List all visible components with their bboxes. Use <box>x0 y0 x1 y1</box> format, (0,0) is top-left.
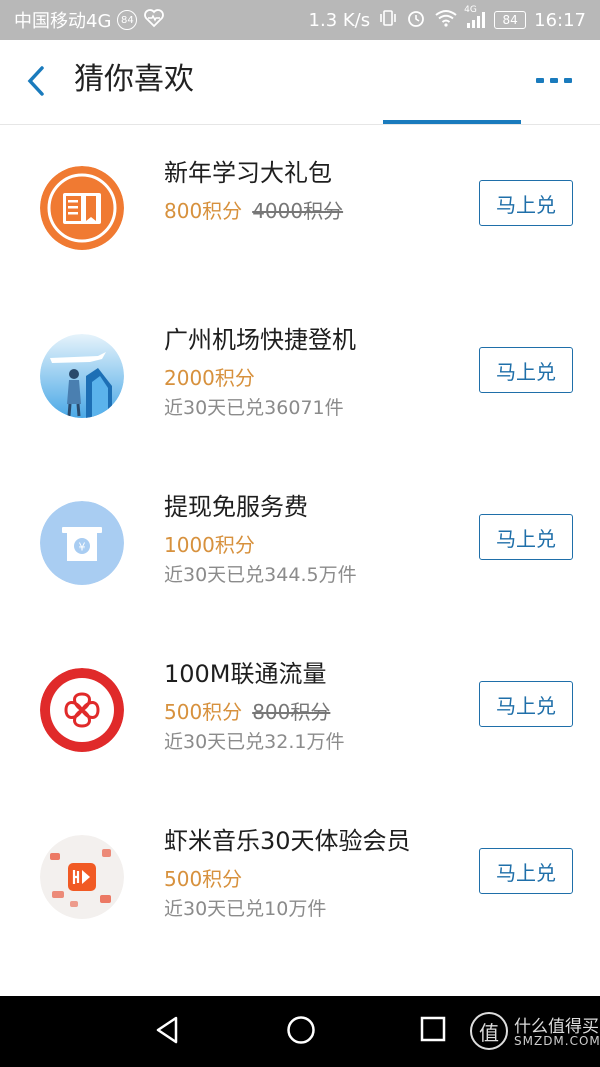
list-item[interactable]: 广州机场快捷登机 2000积分 近30天已兑36071件 马上兑 <box>0 307 600 467</box>
square-recent-icon <box>420 1016 446 1042</box>
list-item[interactable]: 新年学习大礼包 800积分 4000积分 马上兑 <box>0 140 600 300</box>
watermark: 值 什么值得买 SMZDM.COM <box>470 1010 600 1056</box>
back-button[interactable] <box>22 64 52 98</box>
item-title: 虾米音乐30天体验会员 <box>164 827 411 855</box>
nav-home-button[interactable] <box>285 1014 317 1046</box>
airport-boarding-icon <box>40 334 124 418</box>
list-item[interactable]: 100M联通流量 500积分 800积分 近30天已兑32.1万件 马上兑 <box>0 641 600 801</box>
navigation-bar: 值 什么值得买 SMZDM.COM <box>0 996 600 1067</box>
original-points: 4000积分 <box>252 199 344 223</box>
heart-icon <box>143 8 165 33</box>
redeemed-count: 近30天已兑10万件 <box>164 898 327 920</box>
xiami-music-icon <box>40 835 124 919</box>
redeemed-count: 近30天已兑36071件 <box>164 397 344 419</box>
carrier-label: 中国移动4G <box>14 11 112 32</box>
battery-icon: 84 <box>494 11 527 29</box>
atm-yuan-icon: ¥ <box>40 501 124 585</box>
status-bar: 中国移动4G 84 1.3 K/s 4G 84 16:17 <box>0 0 600 40</box>
notification-badge: 84 <box>117 10 138 30</box>
redeem-button[interactable]: 马上兑 <box>479 514 573 560</box>
alarm-icon <box>406 8 426 33</box>
redeem-button[interactable]: 马上兑 <box>479 347 573 393</box>
item-title: 提现免服务费 <box>164 493 308 521</box>
item-points: 500积分 <box>164 867 243 891</box>
redeem-button[interactable]: 马上兑 <box>479 180 573 226</box>
circle-home-icon <box>287 1016 315 1044</box>
item-points: 1000积分 <box>164 533 255 557</box>
nav-recent-apps-button[interactable] <box>420 1016 446 1042</box>
watermark-domain: SMZDM.COM <box>514 1034 600 1048</box>
item-title: 100M联通流量 <box>164 660 327 688</box>
network-speed: 1.3 K/s <box>308 9 371 31</box>
original-points: 800积分 <box>252 700 331 724</box>
item-title: 广州机场快捷登机 <box>164 326 356 354</box>
nav-back-button[interactable] <box>152 1014 182 1046</box>
item-points: 800积分 4000积分 <box>164 199 344 223</box>
redeem-button[interactable]: 马上兑 <box>479 681 573 727</box>
wifi-icon <box>434 8 458 33</box>
book-icon <box>40 166 124 250</box>
page-title: 猜你喜欢 <box>74 62 194 97</box>
chevron-left-icon <box>27 66 44 96</box>
triangle-back-icon <box>156 1016 178 1044</box>
header-divider <box>0 124 600 125</box>
svg-text:¥: ¥ <box>79 541 86 554</box>
cellular-signal-icon: 4G <box>464 5 486 29</box>
list-item[interactable]: 虾米音乐30天体验会员 500积分 近30天已兑10万件 马上兑 <box>0 808 600 968</box>
item-points: 500积分 800积分 <box>164 700 331 724</box>
item-points: 2000积分 <box>164 366 255 390</box>
china-unicom-icon <box>40 668 124 752</box>
vibrate-icon <box>378 8 398 33</box>
item-title: 新年学习大礼包 <box>164 159 332 187</box>
header: 猜你喜欢 <box>0 40 600 120</box>
redeem-button[interactable]: 马上兑 <box>479 848 573 894</box>
clock-time: 16:17 <box>534 9 586 31</box>
redeemed-count: 近30天已兑32.1万件 <box>164 731 345 753</box>
more-dots-icon <box>536 78 572 83</box>
list-item[interactable]: ¥ 提现免服务费 1000积分 近30天已兑344.5万件 马上兑 <box>0 474 600 634</box>
redeemed-count: 近30天已兑344.5万件 <box>164 564 357 586</box>
more-button[interactable] <box>536 72 572 88</box>
watermark-logo: 值 <box>470 1012 508 1050</box>
